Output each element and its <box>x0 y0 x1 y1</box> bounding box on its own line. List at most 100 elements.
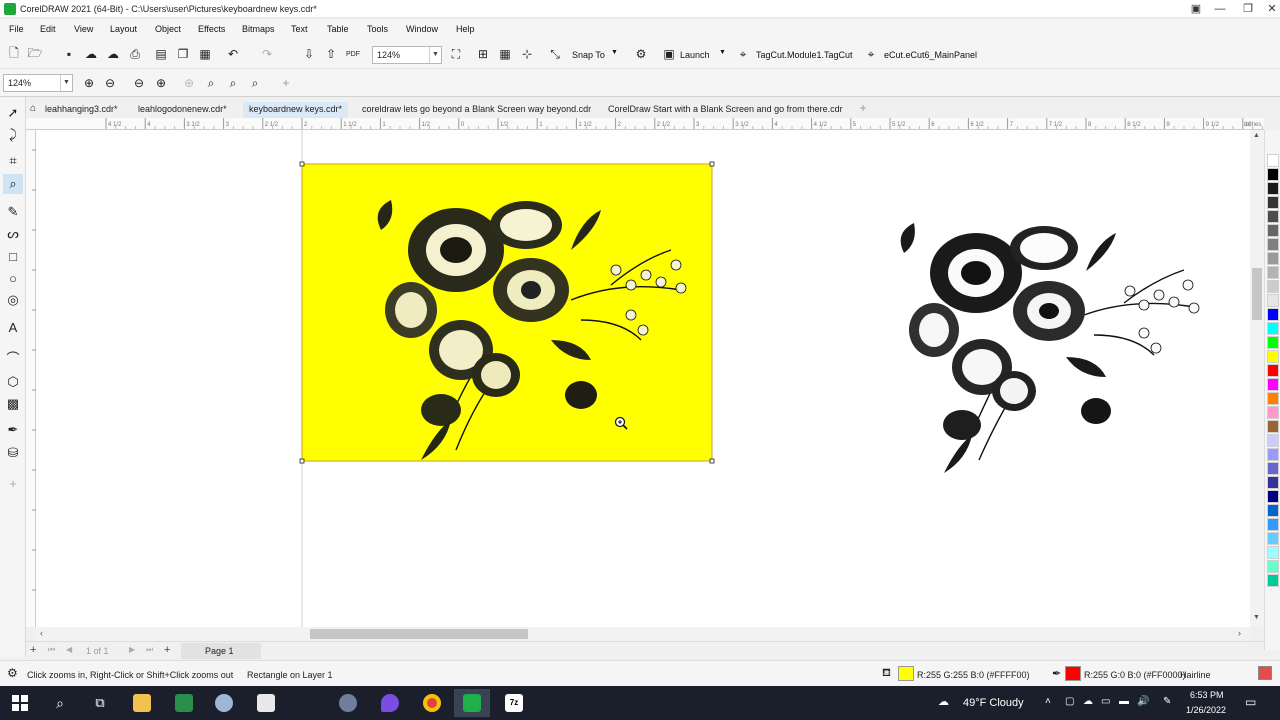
vertical-ruler[interactable] <box>26 130 36 627</box>
palette-swatch[interactable] <box>1267 196 1279 209</box>
tray-app-icon[interactable]: ▢ <box>1065 696 1074 707</box>
freehand-tool-icon[interactable]: ✎ <box>3 202 23 222</box>
macro-ecut-icon[interactable]: ⌖ <box>862 45 880 63</box>
ellipse-tool-icon[interactable]: ○ <box>3 268 23 288</box>
palette-swatch[interactable] <box>1267 476 1279 489</box>
palette-swatch[interactable] <box>1267 392 1279 405</box>
show-guidelines-icon[interactable]: ⊹ <box>518 45 536 63</box>
zoom-to-page-icon[interactable]: ⊕ <box>180 74 198 92</box>
coreldraw-active-icon[interactable] <box>454 689 490 717</box>
gear-icon[interactable]: ⚙ <box>7 666 18 680</box>
horizontal-ruler[interactable]: 4 1/2 4 3 1/2 3 2 1/2 2 1 1/2 1 1/2 0 1/2 1 1 1/2 2 2 … <box>26 118 1264 130</box>
palette-swatch[interactable] <box>1267 294 1279 307</box>
drop-app-icon[interactable] <box>372 689 408 717</box>
fill-color-swatch[interactable] <box>898 666 914 681</box>
palette-swatch[interactable] <box>1267 532 1279 545</box>
chrome-icon[interactable] <box>414 689 450 717</box>
new-tab-plus-icon[interactable]: + <box>856 101 870 115</box>
menu-window[interactable]: Window <box>406 24 438 34</box>
corel-app-icon[interactable] <box>330 689 366 717</box>
page-tab[interactable]: Page 1 <box>181 643 261 659</box>
clock-date[interactable]: 1/26/2022 <box>1186 705 1226 715</box>
polygon-tool-icon[interactable]: ◎ <box>3 290 23 310</box>
chevron-down-icon[interactable]: ▼ <box>60 75 72 91</box>
palette-swatch[interactable] <box>1267 448 1279 461</box>
zoom-tool-icon[interactable]: ⌕ <box>3 174 23 194</box>
tab-leahlogodonenew[interactable]: leahlogodonenew.cdr* <box>132 102 233 118</box>
coreldraw-taskbar-icon[interactable] <box>166 689 202 717</box>
tray-display-icon[interactable]: ▭ <box>1101 696 1110 707</box>
menu-file[interactable]: File <box>9 24 24 34</box>
floral-bouquet-black-white[interactable] <box>900 223 1200 473</box>
clock-time[interactable]: 6:53 PM <box>1190 690 1224 700</box>
print-icon[interactable]: ⎙ <box>126 45 144 63</box>
tab-coreldraw-start[interactable]: CorelDraw Start with a Blank Screen and … <box>602 102 849 118</box>
minimize-button[interactable]: — <box>1206 0 1234 18</box>
horizontal-scrollbar[interactable]: ‹ › <box>36 627 1250 641</box>
palette-swatch[interactable] <box>1267 168 1279 181</box>
cloud-icon[interactable]: ☁ <box>104 45 122 63</box>
vertical-scrollbar[interactable]: ▲ ▼ <box>1250 130 1264 627</box>
rectangle-tool-icon[interactable]: □ <box>3 246 23 266</box>
horizontal-scroll-thumb[interactable] <box>310 629 528 639</box>
pick-tool-icon[interactable]: ➚ <box>3 103 23 123</box>
palette-swatch[interactable] <box>1267 518 1279 531</box>
launch-label[interactable]: Launch <box>680 50 710 60</box>
palette-swatch[interactable] <box>1267 280 1279 293</box>
macro-tagcut-label[interactable]: TagCut.Module1.TagCut <box>756 50 853 60</box>
pen-icon[interactable]: ✎ <box>1163 696 1171 707</box>
palette-swatch[interactable] <box>1267 266 1279 279</box>
7zip-icon[interactable]: 7z <box>496 689 532 717</box>
zoom-property-combo[interactable]: 124% ▼ <box>3 74 73 92</box>
shape-tool-icon[interactable]: ⤸ <box>3 125 23 145</box>
weather-cloud-icon[interactable]: ☁ <box>938 695 949 708</box>
eyedropper-tool-icon[interactable]: ✒ <box>3 420 23 440</box>
scroll-up-icon[interactable]: ▲ <box>1253 132 1260 139</box>
zoom-all-objects-icon[interactable]: ⊕ <box>152 74 170 92</box>
zoom-out-icon[interactable]: ⊖ <box>101 74 119 92</box>
palette-swatch[interactable] <box>1267 308 1279 321</box>
tab-coreldraw-beyond[interactable]: coreldraw lets go beyond a Blank Screen … <box>356 102 597 118</box>
palette-swatch[interactable] <box>1267 350 1279 363</box>
export-icon[interactable]: ⇧ <box>322 45 340 63</box>
notifications-icon[interactable]: ▭ <box>1245 695 1256 709</box>
menu-layout[interactable]: Layout <box>110 24 137 34</box>
palette-swatch[interactable] <box>1267 336 1279 349</box>
weather-text[interactable]: 49°F Cloudy <box>963 697 1024 709</box>
chevron-down-icon[interactable]: ▼ <box>429 47 441 63</box>
palette-swatch[interactable] <box>1267 224 1279 237</box>
menu-bitmaps[interactable]: Bitmaps <box>242 24 275 34</box>
palette-swatch[interactable] <box>1267 434 1279 447</box>
macro-ecut-label[interactable]: eCut.eCut6_MainPanel <box>884 50 977 60</box>
tab-leahhanging3[interactable]: leahhanging3.cdr* <box>39 102 124 118</box>
scroll-left-icon[interactable]: ‹ <box>40 628 43 638</box>
drawing-canvas[interactable] <box>36 130 1250 627</box>
add-page-after-icon[interactable]: + <box>164 644 170 656</box>
palette-swatch[interactable] <box>1267 252 1279 265</box>
copy-icon[interactable]: ❐ <box>174 45 192 63</box>
import-icon[interactable]: ⇩ <box>300 45 318 63</box>
tray-battery-icon[interactable]: ▬ <box>1119 696 1129 707</box>
palette-swatch[interactable] <box>1267 574 1279 587</box>
search-icon[interactable]: ⌕ <box>42 689 78 717</box>
redo-icon[interactable]: ↷ <box>258 45 276 63</box>
snap-to-dropdown-icon[interactable]: ▼ <box>611 49 618 56</box>
save-icon[interactable]: ▪ <box>60 45 78 63</box>
palette-swatch[interactable] <box>1267 406 1279 419</box>
undo-icon[interactable]: ↶ <box>224 45 242 63</box>
show-rulers-icon[interactable]: ⊞ <box>474 45 492 63</box>
outline-pen-icon[interactable]: ✒ <box>1052 667 1061 680</box>
palette-swatch[interactable] <box>1267 490 1279 503</box>
previous-page-icon[interactable]: ◀ <box>66 645 72 654</box>
menu-view[interactable]: View <box>74 24 93 34</box>
smart-fill-icon[interactable]: ⛁ <box>3 443 23 463</box>
full-screen-preview-icon[interactable]: ⛶ <box>447 45 465 63</box>
publish-pdf-icon[interactable]: PDF <box>344 45 362 63</box>
palette-swatch[interactable] <box>1267 322 1279 335</box>
scroll-down-icon[interactable]: ▼ <box>1253 614 1260 621</box>
cloud-upload-icon[interactable]: ☁ <box>82 45 100 63</box>
zoom-page-icon[interactable]: ⌕ <box>202 74 220 92</box>
customize-plus-icon[interactable]: + <box>3 473 23 493</box>
task-view-icon[interactable]: ⧉ <box>82 689 118 717</box>
zoom-width-icon[interactable]: ⌕ <box>224 74 242 92</box>
